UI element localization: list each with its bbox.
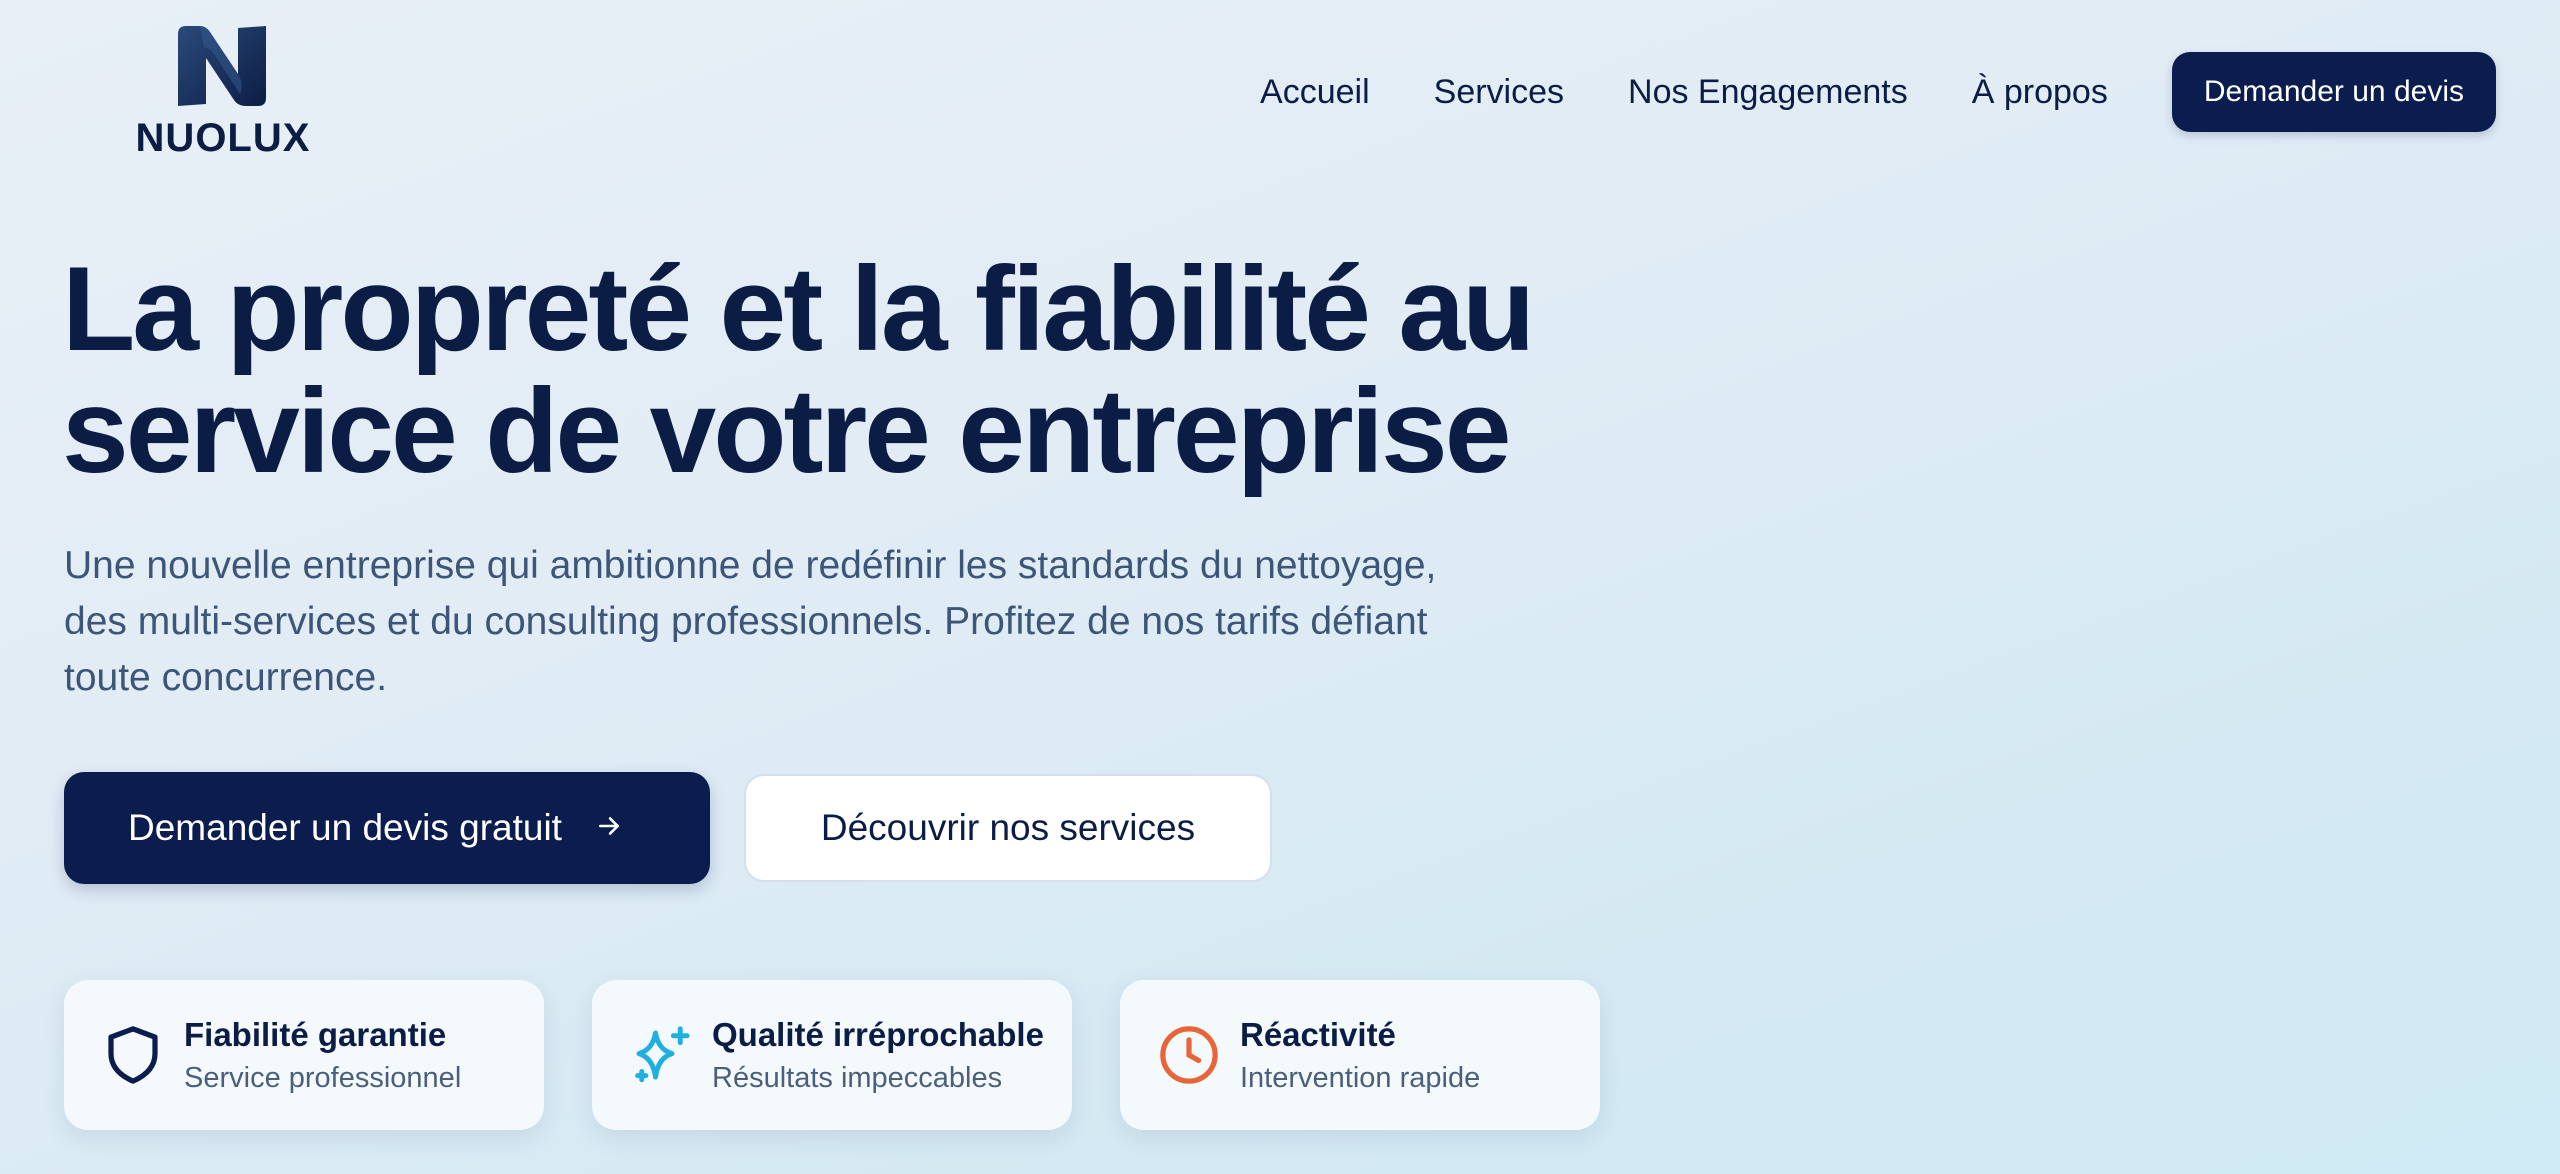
feature-title: Réactivité [1240, 1016, 1396, 1053]
nav-link-accueil[interactable]: Accueil [1260, 73, 1370, 112]
brand-logo[interactable]: NUOLUX [128, 24, 318, 164]
nav-link-services[interactable]: Services [1434, 73, 1564, 112]
nav-quote-button[interactable]: Demander un devis [2171, 52, 2496, 132]
brand-name: NUOLUX [135, 116, 311, 160]
free-quote-button-label: Demander un devis gratuit [128, 807, 562, 848]
feature-subtitle: Intervention rapide [1240, 1062, 1481, 1094]
feature-card-quality: Qualité irréprochable Résultats impeccab… [592, 980, 1072, 1130]
free-quote-button[interactable]: Demander un devis gratuit [64, 772, 710, 884]
n-logo-icon [178, 26, 266, 106]
feature-card-reliability: Fiabilité garantie Service professionnel [64, 980, 544, 1130]
feature-subtitle: Résultats impeccables [712, 1062, 1003, 1094]
hero-subtitle: Une nouvelle entreprise qui ambitionne d… [64, 544, 1437, 699]
main-nav: Accueil Services Nos Engagements À propo… [1260, 52, 2496, 132]
feature-card-reactivity: Réactivité Intervention rapide [1120, 980, 1600, 1130]
arrow-right-icon [596, 810, 622, 847]
discover-services-button[interactable]: Découvrir nos services [744, 774, 1272, 882]
hero-title-line-1: La propreté et la fiabilité au [62, 242, 1535, 376]
nav-link-a-propos[interactable]: À propos [1972, 73, 2108, 112]
hero-title-line-2: service de votre entreprise [62, 364, 1511, 498]
clock-icon [1160, 1026, 1218, 1084]
hero-title: La propreté et la fiabilité au service d… [62, 248, 1662, 492]
nav-link-engagements[interactable]: Nos Engagements [1628, 73, 1908, 112]
shield-icon [108, 1026, 158, 1084]
landing-page: NUOLUX Accueil Services Nos Engagements … [0, 0, 2560, 1174]
feature-subtitle: Service professionnel [184, 1062, 462, 1094]
sparkles-icon [635, 1026, 690, 1083]
feature-title: Fiabilité garantie [184, 1016, 447, 1053]
feature-title: Qualité irréprochable [712, 1016, 1044, 1053]
